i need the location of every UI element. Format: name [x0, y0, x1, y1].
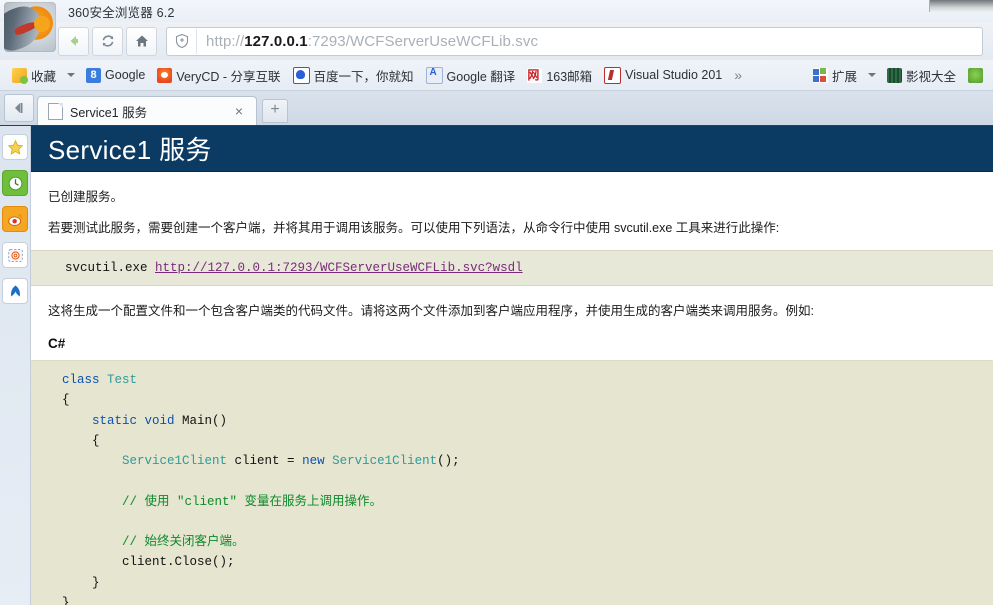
- svcutil-command-prefix: svcutil.exe: [65, 261, 156, 276]
- code-token: // 始终关闭客户端。: [122, 535, 245, 550]
- mail-icon[interactable]: [2, 242, 28, 268]
- url-scheme: http://: [206, 32, 245, 50]
- code-token: // 使用 "client" 变量在服务上调用操作。: [122, 494, 383, 509]
- address-bar[interactable]: http://127.0.0.1:7293/WCFServerUseWCFLib…: [166, 26, 983, 56]
- bookmarks-bar: 收藏 8 Google VeryCD - 分享互联 百度一下，你就知 Googl…: [0, 60, 993, 91]
- media-library-label: 影视大全: [905, 69, 956, 84]
- tab-service1[interactable]: Service1 服务 ×: [37, 96, 257, 125]
- film-icon: [886, 67, 902, 83]
- svcutil-command-block: svcutil.exe http://127.0.0.1:7293/WCFSer…: [31, 250, 993, 287]
- browser-logo-icon: [4, 2, 56, 52]
- code-token: client =: [227, 454, 303, 469]
- navigation-toolbar: http://127.0.0.1:7293/WCFServerUseWCFLib…: [0, 22, 993, 60]
- history-clock-icon[interactable]: [2, 170, 28, 196]
- window-frame-edge: [929, 0, 993, 12]
- bookmark-visual-studio[interactable]: Visual Studio 201: [598, 64, 728, 86]
- page-icon: [48, 102, 63, 120]
- url-path: :7293/WCFServerUseWCFLib.svc: [307, 32, 539, 50]
- bookmark-google[interactable]: 8 Google: [80, 64, 151, 86]
- code-token: new: [302, 454, 333, 469]
- wsdl-link[interactable]: http://127.0.0.1:7293/WCFServerUseWCFLib…: [155, 261, 523, 275]
- security-shield-icon: [167, 28, 197, 54]
- verycd-icon: [157, 67, 173, 83]
- page-content: 已创建服务。 若要测试此服务，需要创建一个客户端，并将其用于调用该服务。可以使用…: [31, 172, 993, 605]
- address-bar-text: http://127.0.0.1:7293/WCFServerUseWCFLib…: [197, 33, 538, 50]
- bookmark-163mail-label: 163邮箱: [546, 69, 593, 84]
- home-icon: [135, 35, 148, 47]
- media-library-button[interactable]: 影视大全: [881, 64, 962, 86]
- home-button[interactable]: [126, 26, 157, 56]
- bookmark-visual-studio-label: Visual Studio 201: [625, 68, 723, 82]
- bookmarks-overflow-icon[interactable]: »: [728, 67, 748, 83]
- bookmark-favorites[interactable]: 收藏: [6, 64, 62, 86]
- bookmark-google-translate[interactable]: Google 翻译: [420, 64, 522, 86]
- bookmark-google-translate-label: Google 翻译: [446, 69, 516, 84]
- code-token: Service1Client: [332, 454, 438, 469]
- back-arrow-icon: [70, 36, 78, 46]
- page-title: Service1 服务: [48, 135, 212, 165]
- page-viewport: Service1 服务 已创建服务。 若要测试此服务，需要创建一个客户端，并将其…: [31, 126, 993, 605]
- baidu-icon: [292, 66, 310, 84]
- app-icon[interactable]: [2, 278, 28, 304]
- extensions-button[interactable]: 扩展: [807, 64, 863, 86]
- title-bar: 360安全浏览器 6.2: [0, 0, 993, 22]
- extensions-icon: [812, 67, 828, 83]
- weibo-icon[interactable]: [2, 206, 28, 232]
- favorites-dropdown-caret-icon[interactable]: [67, 73, 76, 77]
- bookmark-baidu-label: 百度一下，你就知: [313, 69, 414, 84]
- tab-list-button[interactable]: [4, 94, 34, 122]
- favorites-folder-icon: [12, 67, 28, 84]
- bookmark-163mail[interactable]: 163邮箱: [521, 64, 598, 86]
- google-translate-icon: [425, 66, 443, 84]
- bookmark-verycd-label: VeryCD - 分享互联: [176, 69, 281, 84]
- netease-mail-icon: [527, 66, 543, 83]
- window-title: 360安全浏览器 6.2: [68, 5, 175, 20]
- extensions-dropdown-caret-icon[interactable]: [867, 73, 876, 77]
- bookmark-favorites-label: 收藏: [31, 69, 57, 84]
- favorites-star-icon[interactable]: [2, 134, 28, 160]
- visual-studio-icon: [604, 66, 622, 84]
- refresh-icon: [102, 35, 113, 47]
- csharp-code-block: class Test { static void Main() { Servic…: [31, 360, 993, 605]
- browser-window: 360安全浏览器 6.2 http://127.0.0.1:7293/WCFSe…: [0, 0, 993, 605]
- intro-paragraph-2: 若要测试此服务，需要创建一个客户端，并将其用于调用该服务。可以使用下列语法，从命…: [48, 221, 780, 236]
- code-token: Test: [107, 373, 138, 388]
- refresh-button[interactable]: [92, 26, 123, 56]
- url-host: 127.0.0.1: [244, 32, 308, 50]
- code-token: class: [62, 373, 108, 388]
- bookmark-verycd[interactable]: VeryCD - 分享互联: [151, 64, 286, 86]
- tab-close-icon[interactable]: ×: [230, 103, 248, 119]
- new-tab-button[interactable]: +: [262, 99, 288, 123]
- bookmark-baidu[interactable]: 百度一下，你就知: [287, 64, 420, 86]
- csharp-heading: C#: [48, 335, 66, 351]
- side-rail: [0, 126, 31, 605]
- code-token: client.Close(); } }: [62, 555, 235, 605]
- google-icon: 8: [86, 67, 102, 83]
- tab-bar: Service1 服务 × +: [0, 91, 993, 127]
- code-token: {: [62, 393, 70, 408]
- tab-title: Service1 服务: [70, 105, 148, 120]
- intro-paragraph-3: 这将生成一个配置文件和一个包含客户端类的代码文件。请将这两个文件添加到客户端应用…: [48, 304, 814, 319]
- extensions-label: 扩展: [831, 69, 857, 84]
- page-header: Service1 服务: [31, 126, 993, 172]
- bookmark-google-label: Google: [105, 68, 146, 82]
- intro-paragraph-1: 已创建服务。: [48, 190, 124, 204]
- tab-list-icon: [15, 103, 23, 113]
- code-token: static void: [92, 413, 183, 428]
- back-button[interactable]: [58, 26, 89, 56]
- security-status-button[interactable]: [962, 64, 993, 86]
- green-shield-icon: [968, 67, 983, 83]
- code-token: Service1Client: [122, 454, 228, 469]
